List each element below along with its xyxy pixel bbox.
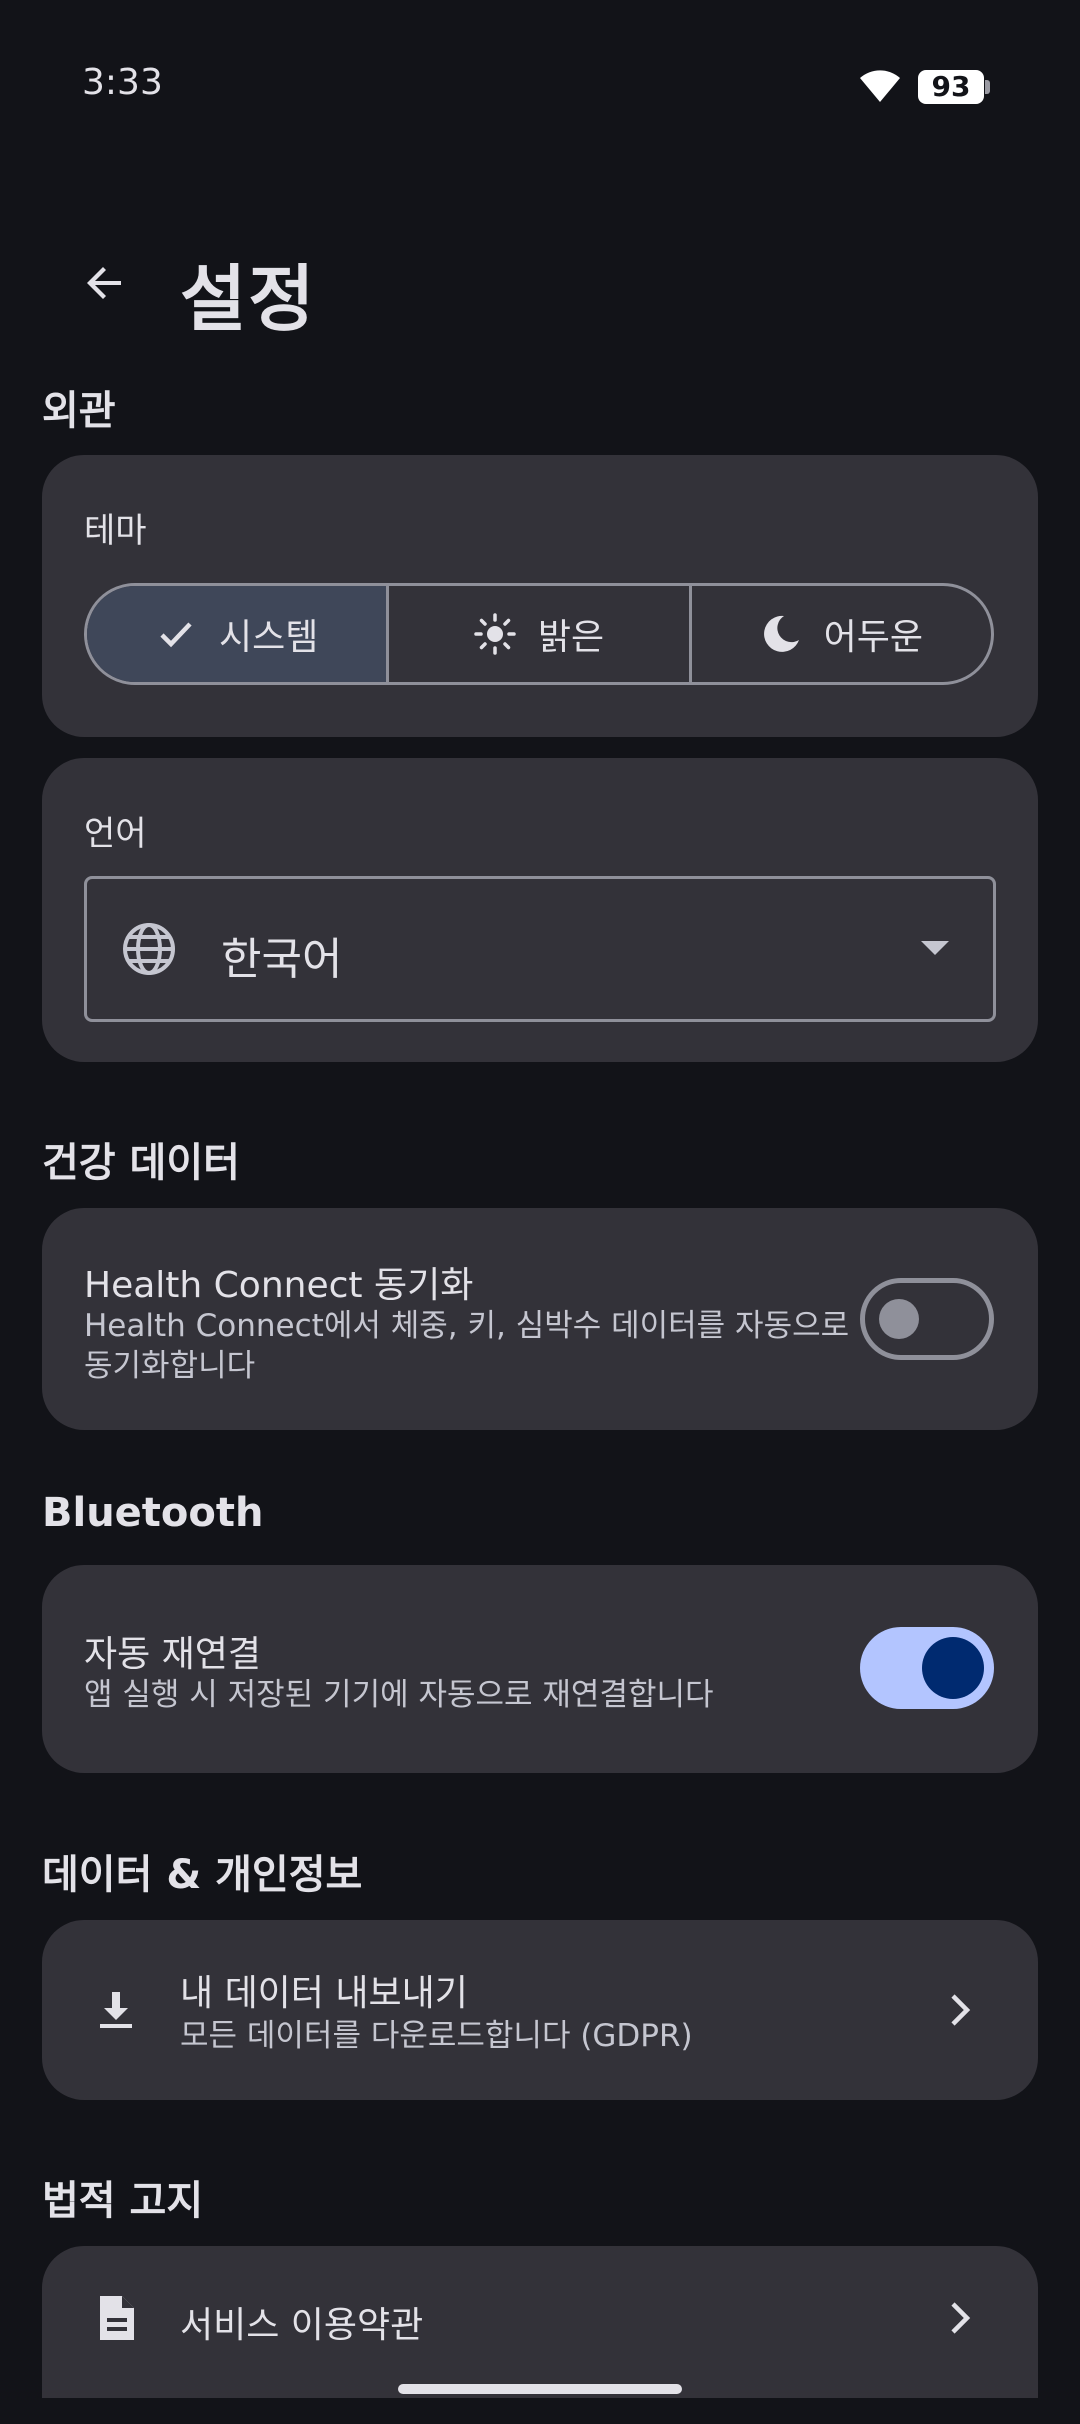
theme-option-system[interactable]: 시스템 (87, 586, 390, 682)
export-data-desc: 모든 데이터를 다운로드합니다 (GDPR) (180, 2018, 693, 2054)
language-dropdown[interactable]: 한국어 (84, 876, 996, 1022)
terms-title: 서비스 이용약관 (180, 2305, 424, 2346)
export-data-card[interactable]: 내 데이터 내보내기 모든 데이터를 다운로드합니다 (GDPR) (42, 1920, 1038, 2100)
export-data-title: 내 데이터 내보내기 (180, 1973, 468, 2014)
arrow-back-icon (87, 267, 121, 299)
theme-option-label: 시스템 (218, 617, 319, 658)
theme-option-label: 밝은 (537, 617, 605, 658)
section-title-appearance: 외관 (42, 388, 116, 434)
section-title-legal: 법적 고지 (42, 2178, 204, 2224)
auto-reconnect-switch[interactable] (860, 1627, 994, 1709)
chevron-right-icon (951, 2302, 971, 2334)
auto-reconnect-card: 자동 재연결 앱 실행 시 저장된 기기에 자동으로 재연결합니다 (42, 1565, 1038, 1773)
health-connect-switch[interactable] (860, 1278, 994, 1360)
language-label: 언어 (84, 814, 147, 854)
battery-cap (985, 80, 990, 94)
moon-icon (760, 613, 802, 655)
battery-level: 93 (918, 70, 984, 104)
language-value: 한국어 (221, 934, 343, 985)
section-title-bluetooth: Bluetooth (42, 1490, 264, 1536)
auto-reconnect-desc: 앱 실행 시 저장된 기기에 자동으로 재연결합니다 (84, 1677, 714, 1713)
switch-knob (922, 1637, 984, 1699)
download-icon (88, 1982, 144, 2038)
health-connect-card: Health Connect 동기화 Health Connect에서 체중, … (42, 1208, 1038, 1430)
status-bar: 3:33 93 (0, 0, 1080, 172)
section-title-health: 건강 데이터 (42, 1140, 240, 1186)
terms-card[interactable]: 서비스 이용약관 (42, 2246, 1038, 2398)
section-title-privacy: 데이터 & 개인정보 (42, 1852, 363, 1898)
auto-reconnect-title: 자동 재연결 (84, 1634, 262, 1675)
sun-icon (474, 613, 516, 655)
back-button[interactable] (70, 248, 140, 318)
language-card: 언어 한국어 (42, 758, 1038, 1062)
top-app-bar: 설정 (0, 220, 1080, 341)
dropdown-arrow-icon (921, 941, 949, 955)
chevron-right-icon (951, 1994, 971, 2026)
theme-option-light[interactable]: 밝은 (389, 586, 692, 682)
home-indicator[interactable] (398, 2384, 682, 2394)
theme-label: 테마 (84, 511, 147, 551)
theme-option-label: 어두운 (823, 617, 923, 658)
switch-knob (879, 1299, 919, 1339)
page-title: 설정 (180, 257, 317, 341)
health-connect-desc-line1: Health Connect에서 체중, 키, 심박수 데이터를 자동으로 (84, 1308, 850, 1344)
theme-card: 테마 시스템 밝은 어두운 (42, 455, 1038, 737)
wifi-icon (860, 70, 900, 102)
theme-option-dark[interactable]: 어두운 (692, 586, 991, 682)
theme-selector: 시스템 밝은 어두운 (84, 583, 994, 685)
health-connect-desc-line2: 동기화합니다 (84, 1348, 256, 1384)
globe-icon (123, 923, 175, 975)
status-time: 3:33 (82, 62, 163, 103)
check-icon (155, 613, 197, 655)
health-connect-title: Health Connect 동기화 (84, 1265, 474, 1306)
document-icon (88, 2290, 144, 2346)
